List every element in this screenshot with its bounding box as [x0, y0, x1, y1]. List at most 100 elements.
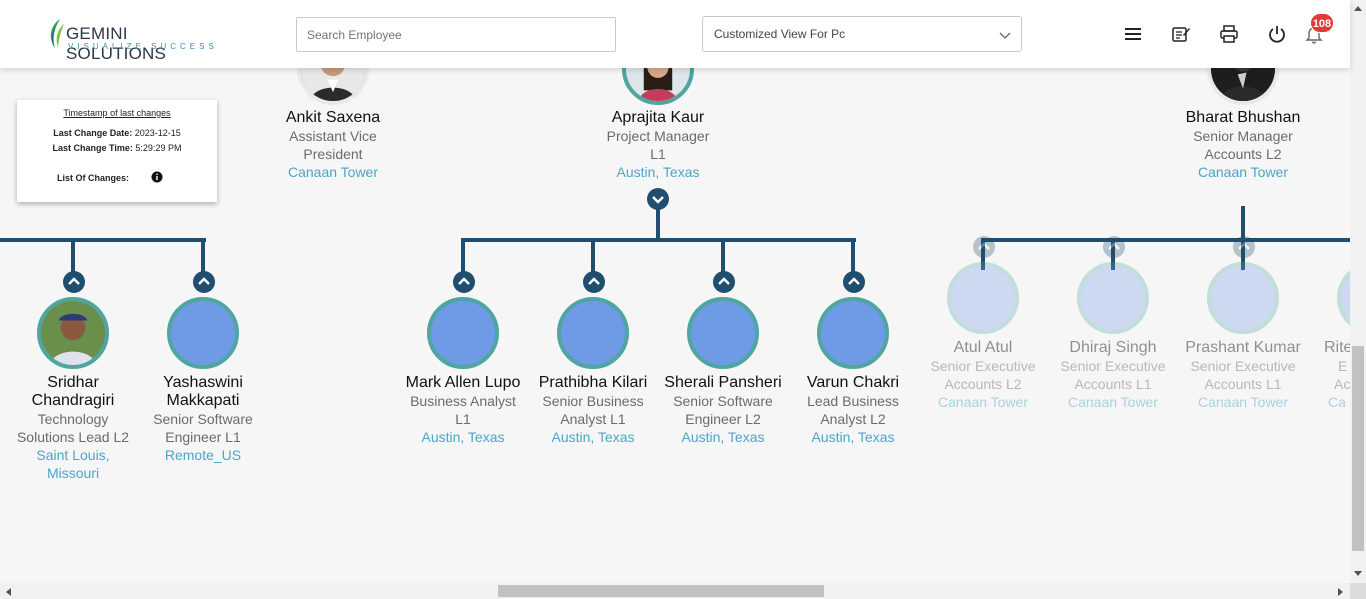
employee-card-aprajita-kaur[interactable]: Aprajita Kaur Project Manager L1 Austin,…: [593, 109, 723, 181]
expand-toggle-button[interactable]: [713, 271, 735, 293]
expand-toggle-button[interactable]: [1233, 236, 1255, 258]
avatar-sridhar-chandragiri[interactable]: [37, 297, 109, 369]
employee-role-line: Senior Executive: [930, 358, 1036, 374]
collapse-toggle-button[interactable]: [647, 188, 669, 210]
chevron-up-icon: [848, 277, 860, 285]
employee-role-line: Senior Business: [542, 393, 644, 409]
menu-icon[interactable]: [1123, 24, 1143, 44]
info-icon[interactable]: [151, 171, 163, 183]
employee-location-line: Saint Louis,: [36, 447, 110, 463]
employee-name: Aprajita Kaur: [611, 109, 705, 126]
scrollbar-corner: [1350, 583, 1366, 599]
vertical-scroll-thumb[interactable]: [1352, 346, 1364, 551]
employee-role-line: Senior Software: [673, 393, 773, 409]
scroll-left-arrow-icon[interactable]: [4, 587, 12, 597]
employee-location-line: Missouri: [46, 465, 100, 481]
employee-role-line: Business Analyst: [410, 393, 516, 409]
employee-card-sherali-pansheri[interactable]: Sherali Pansheri Senior Software Enginee…: [658, 374, 788, 446]
avatar-varun-chakri[interactable]: [817, 297, 889, 369]
expand-toggle-button[interactable]: [1103, 236, 1125, 258]
employee-name-line: Sherali Pansheri: [664, 374, 782, 391]
date-value: 2023-12-15: [134, 128, 181, 138]
expand-toggle-button[interactable]: [193, 271, 215, 293]
employee-role-line: Assistant Vice: [289, 128, 377, 144]
leaf-logo-icon: [50, 19, 64, 48]
employee-role-line: Engineer L2: [685, 411, 761, 427]
employee-name-line: Prathibha Kilari: [538, 374, 648, 391]
expand-toggle-button[interactable]: [583, 271, 605, 293]
employee-name-line: Yashaswini: [163, 374, 243, 391]
employee-role-line: Accounts L2: [1204, 146, 1282, 162]
avatar-dhiraj-singh[interactable]: [1077, 262, 1149, 334]
employee-name-line: Sridhar: [47, 374, 99, 391]
employee-role-line: President: [303, 146, 363, 162]
employee-role-line: Engineer L1: [165, 429, 241, 445]
employee-name-line: Chandragiri: [31, 392, 115, 409]
employee-card-dhiraj-singh[interactable]: Dhiraj Singh Senior Executive Accounts L…: [1048, 339, 1178, 411]
employee-card-prathibha-kilari[interactable]: Prathibha Kilari Senior Business Analyst…: [528, 374, 658, 446]
notification-badge[interactable]: 108: [1310, 13, 1334, 33]
edit-list-icon[interactable]: [1171, 24, 1191, 44]
search-employee-input[interactable]: [296, 17, 616, 52]
avatar-prathibha-kilari[interactable]: [557, 297, 629, 369]
employee-location-line: Austin, Texas: [681, 429, 765, 445]
employee-role-line: Solutions Lead L2: [16, 429, 130, 445]
person-photo-icon: [41, 301, 105, 365]
avatar-atul-atul[interactable]: [947, 262, 1019, 334]
scroll-right-arrow-icon[interactable]: [1337, 587, 1345, 597]
chevron-up-icon: [458, 277, 470, 285]
employee-name-line: Mark Allen Lupo: [405, 374, 521, 391]
power-icon[interactable]: [1267, 24, 1287, 44]
employee-card-atul-atul[interactable]: Atul Atul Senior Executive Accounts L2 C…: [918, 339, 1048, 411]
connector-line: [201, 238, 205, 272]
employee-name-line: Makkapati: [166, 392, 240, 409]
avatar-mark-allen-lupo[interactable]: [427, 297, 499, 369]
employee-role-line: Accounts L2: [944, 376, 1022, 392]
employee-role-line: Senior Software: [153, 411, 253, 427]
chevron-up-icon: [718, 277, 730, 285]
scroll-down-arrow-icon[interactable]: [1353, 570, 1363, 578]
top-header: GEMINI SOLUTIONS VISUALIZE SUCCESS Custo…: [0, 0, 1350, 68]
chevron-up-icon: [1108, 242, 1120, 250]
print-icon[interactable]: [1219, 24, 1239, 44]
employee-location-line: Austin, Texas: [551, 429, 635, 445]
view-select[interactable]: Customized View For Pc: [702, 16, 1022, 52]
horizontal-scroll-thumb[interactable]: [498, 585, 824, 597]
company-logo[interactable]: GEMINI SOLUTIONS VISUALIZE SUCCESS: [46, 18, 216, 63]
employee-name: Ankit Saxena: [285, 109, 381, 126]
employee-card-varun-chakri[interactable]: Varun Chakri Lead Business Analyst L2 Au…: [788, 374, 918, 446]
scroll-up-arrow-icon[interactable]: [1353, 4, 1363, 12]
employee-card-bharat-bhushan[interactable]: Bharat Bhushan Senior Manager Accounts L…: [1178, 109, 1308, 181]
employee-location: Austin, Texas: [616, 164, 700, 180]
date-label: Last Change Date:: [53, 128, 133, 138]
last-change-time: Last Change Time: 5:29:29 PM: [17, 143, 217, 153]
timestamp-title: Timestamp of last changes: [63, 108, 171, 118]
employee-location-line: Remote_US: [164, 447, 242, 463]
employee-card-partial[interactable]: Rite E Ac Ca: [1324, 339, 1350, 459]
connector-line: [0, 238, 206, 242]
employee-role-line: L1: [455, 411, 471, 427]
employee-location-line: Canaan Tower: [937, 394, 1029, 410]
chevron-up-icon: [588, 277, 600, 285]
employee-card-mark-allen-lupo[interactable]: Mark Allen Lupo Business Analyst L1 Aust…: [398, 374, 528, 446]
expand-toggle-button[interactable]: [843, 271, 865, 293]
employee-role-line: Senior Manager: [1193, 128, 1293, 144]
employee-role-line: Senior Executive: [1190, 358, 1296, 374]
employee-card-prashant-kumar[interactable]: Prashant Kumar Senior Executive Accounts…: [1178, 339, 1308, 411]
employee-role-line: E: [1338, 358, 1348, 374]
expand-toggle-button[interactable]: [973, 236, 995, 258]
avatar-sherali-pansheri[interactable]: [687, 297, 759, 369]
time-label: Last Change Time:: [52, 143, 133, 153]
employee-card-sridhar-chandragiri[interactable]: Sridhar Chandragiri Technology Solutions…: [8, 374, 138, 482]
expand-toggle-button[interactable]: [453, 271, 475, 293]
avatar-yashaswini-makkapati[interactable]: [167, 297, 239, 369]
employee-location-line: Ca: [1328, 394, 1346, 410]
chevron-up-icon: [68, 277, 80, 285]
employee-card-ankit-saxena[interactable]: Ankit Saxena Assistant Vice President Ca…: [268, 109, 398, 181]
expand-toggle-button[interactable]: [63, 271, 85, 293]
employee-name-line: Atul Atul: [953, 339, 1013, 356]
employee-card-yashaswini-makkapati[interactable]: Yashaswini Makkapati Senior Software Eng…: [138, 374, 268, 464]
avatar-prashant-kumar[interactable]: [1207, 262, 1279, 334]
connector-line: [981, 238, 1350, 242]
employee-role-line: Lead Business: [807, 393, 899, 409]
